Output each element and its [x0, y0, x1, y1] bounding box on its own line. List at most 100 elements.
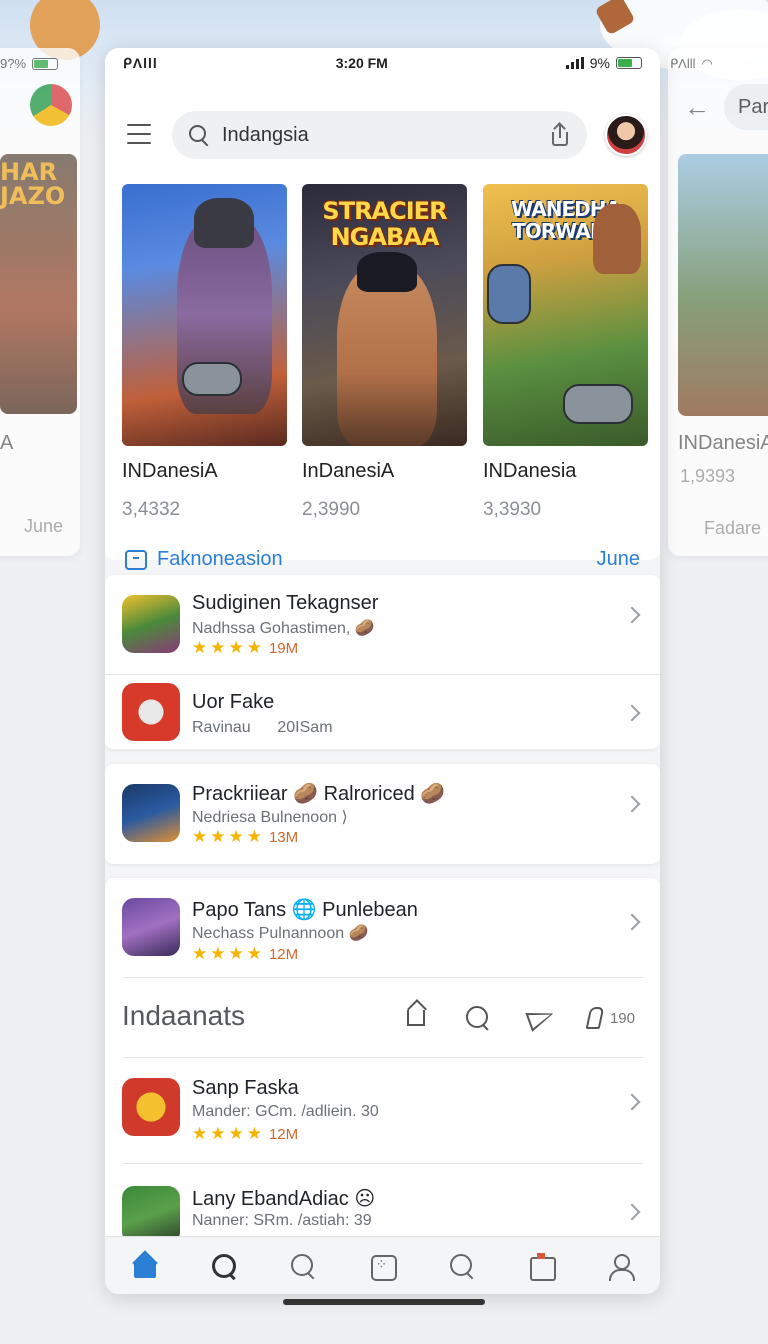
send-icon[interactable] — [525, 1004, 557, 1032]
controller-graphic — [182, 362, 242, 396]
game-artwork[interactable]: STRACIER NGABAA — [302, 184, 467, 446]
game-artwork[interactable]: WANEDHA TORWADS — [483, 184, 648, 446]
game-artwork-right[interactable] — [678, 154, 768, 416]
faknoneasion-link[interactable]: Faknoneasion — [125, 548, 283, 571]
home-indicator[interactable] — [283, 1299, 485, 1305]
rating-stars: ★★★★ — [192, 944, 265, 963]
game-name: INDanesiA — [122, 460, 218, 482]
game-count: 2,3990 — [302, 499, 361, 520]
app-subtitle: Nechass Pulnannoon 🥔 — [192, 925, 369, 942]
share-icon[interactable] — [549, 123, 571, 147]
search-icon[interactable] — [464, 1004, 492, 1032]
june-link[interactable]: June — [597, 548, 640, 571]
list-item[interactable]: Uor Fake Ravinau 20ISam — [105, 675, 660, 749]
app-icon — [122, 898, 180, 956]
app-icon — [122, 1078, 180, 1136]
controller-graphic — [563, 384, 633, 424]
list-item[interactable]: Sudiginen Tekagnser Nadhssa Gohastimen, … — [105, 575, 660, 675]
chevron-right-icon — [623, 1203, 641, 1221]
app-subtitle: Nanner: SRm. /astiah: 39 — [192, 1212, 372, 1229]
app-icon — [122, 683, 180, 741]
rating-stars: ★★★★ — [192, 1124, 265, 1143]
app-size: 19M — [268, 639, 299, 657]
section-title: Indaanats — [122, 1000, 245, 1031]
footer-label-right: Fadare — [704, 518, 762, 538]
back-arrow-icon[interactable]: ← — [684, 92, 710, 123]
app-subtitle: Nedriesa Bulnenoon ⟩ — [192, 809, 348, 826]
app-title: Prackriiear 🥔 Ralroriced 🥔 — [192, 783, 446, 805]
app-title: Papo Tans 🌐 Punlebean — [192, 899, 418, 921]
footer-label-left: June — [24, 516, 64, 536]
list-item[interactable]: Sanp Faska Mander: GCm. /adliein. 30 ★★★… — [122, 1058, 643, 1164]
app-icon — [122, 784, 180, 842]
tab-search-icon[interactable] — [209, 1251, 239, 1281]
game-banner: STRACIER NGABAA — [322, 197, 447, 251]
tab-profile-icon[interactable] — [605, 1251, 636, 1281]
game-card[interactable]: WANEDHA TORWADS INDanesia 3,3930 — [483, 184, 648, 521]
game-hair — [357, 252, 417, 292]
clock: 3:20 FM — [335, 55, 388, 71]
search-bar[interactable] — [172, 111, 587, 159]
app-meta: ★★★★ 12M — [192, 1124, 298, 1144]
search-input[interactable] — [222, 123, 549, 147]
game-helmet — [194, 198, 254, 248]
app-title: Sanp Faska — [192, 1077, 299, 1099]
home-icon[interactable] — [402, 1004, 430, 1032]
profile-avatar[interactable] — [605, 114, 647, 156]
hamburger-menu-icon[interactable] — [127, 124, 151, 144]
rating-stars: ★★★★ — [192, 638, 265, 657]
game-count-right: 1,9393 — [680, 466, 736, 486]
chevron-right-icon — [623, 913, 641, 931]
app-list-card: Prackriiear 🥔 Ralroriced 🥔 Nedriesa Buln… — [105, 764, 660, 864]
carrier-text: ᑭɅlll — [670, 56, 696, 71]
battery-text: 9?% — [0, 56, 27, 71]
app-list-card: Papo Tans 🌐 Punlebean Nechass Pulnannoon… — [105, 878, 660, 1244]
game-card[interactable]: STRACIER NGABAA InDanesiA 2,3990 — [302, 184, 467, 521]
list-item[interactable]: Papo Tans 🌐 Punlebean Nechass Pulnannoon… — [122, 878, 643, 978]
featured-footer: Faknoneasion June — [125, 548, 640, 571]
app-meta: ★★★★ 19M — [192, 638, 298, 658]
status-battery-left: 9?% — [0, 56, 59, 71]
tab-apps-icon[interactable] — [367, 1251, 398, 1281]
app-list-card: Sudiginen Tekagnser Nadhssa Gohastimen, … — [105, 575, 660, 749]
app-meta: ★★★★ 13M — [192, 827, 298, 847]
game-count: 3,3930 — [483, 499, 542, 520]
app-subtitle: Ravinau 20ISam — [192, 719, 333, 736]
chrome-icon[interactable] — [30, 84, 72, 126]
game-artwork[interactable] — [122, 184, 287, 446]
bottom-tab-bar — [105, 1236, 660, 1294]
chevron-right-icon — [623, 704, 641, 722]
search-pill-right[interactable]: Par — [724, 84, 768, 130]
game-card[interactable]: INDanesiA 3,4332 — [122, 184, 287, 521]
list-item[interactable]: Lany EbandAdiac ☹ Nanner: SRm. /astiah: … — [122, 1164, 643, 1244]
tab-explore-icon[interactable] — [288, 1251, 318, 1281]
signal-icon — [565, 57, 584, 69]
featured-card: INDanesiA 3,4332 STRACIER NGABAA InDanes… — [105, 78, 660, 570]
calendar-icon — [125, 549, 147, 570]
rating-stars: ★★★★ — [192, 827, 265, 846]
chevron-right-icon — [623, 606, 641, 624]
like-button[interactable]: 190 — [585, 1007, 635, 1029]
game-creature — [593, 204, 641, 274]
section-actions: 190 — [402, 1004, 635, 1032]
tab-calendar-icon[interactable] — [526, 1251, 557, 1281]
app-title: Uor Fake — [192, 691, 275, 713]
tab-home-icon[interactable] — [130, 1251, 160, 1281]
list-item[interactable]: Prackriiear 🥔 Ralroriced 🥔 Nedriesa Buln… — [105, 764, 660, 864]
game-name-right: INDanesiA — [678, 432, 768, 454]
game-count: 3,4332 — [122, 499, 181, 520]
battery-icon — [32, 57, 59, 70]
adjacent-screen-right[interactable]: ᑭɅlll ◠ ← Par INDanesiA 1,9393 Fadare — [668, 48, 768, 556]
like-icon — [585, 1007, 605, 1029]
app-size: 13M — [268, 828, 299, 846]
app-icon — [122, 595, 180, 653]
app-size: 12M — [268, 945, 299, 963]
section-header: Indaanats 190 — [122, 978, 643, 1058]
main-screen: ᑭɅlll 3:20 FM 9% INDanesiA 3,4332 — [105, 48, 660, 1294]
footer-left-label: Faknoneasion — [157, 548, 283, 570]
app-subtitle: Mander: GCm. /adliein. 30 — [192, 1103, 379, 1120]
adjacent-screen-left[interactable]: 9?% HAR JAZO A June — [0, 48, 80, 556]
game-artwork-left[interactable]: HAR JAZO — [0, 154, 77, 414]
status-bar: ᑭɅlll 3:20 FM 9% — [105, 48, 660, 78]
tab-discover-icon[interactable] — [447, 1251, 477, 1281]
